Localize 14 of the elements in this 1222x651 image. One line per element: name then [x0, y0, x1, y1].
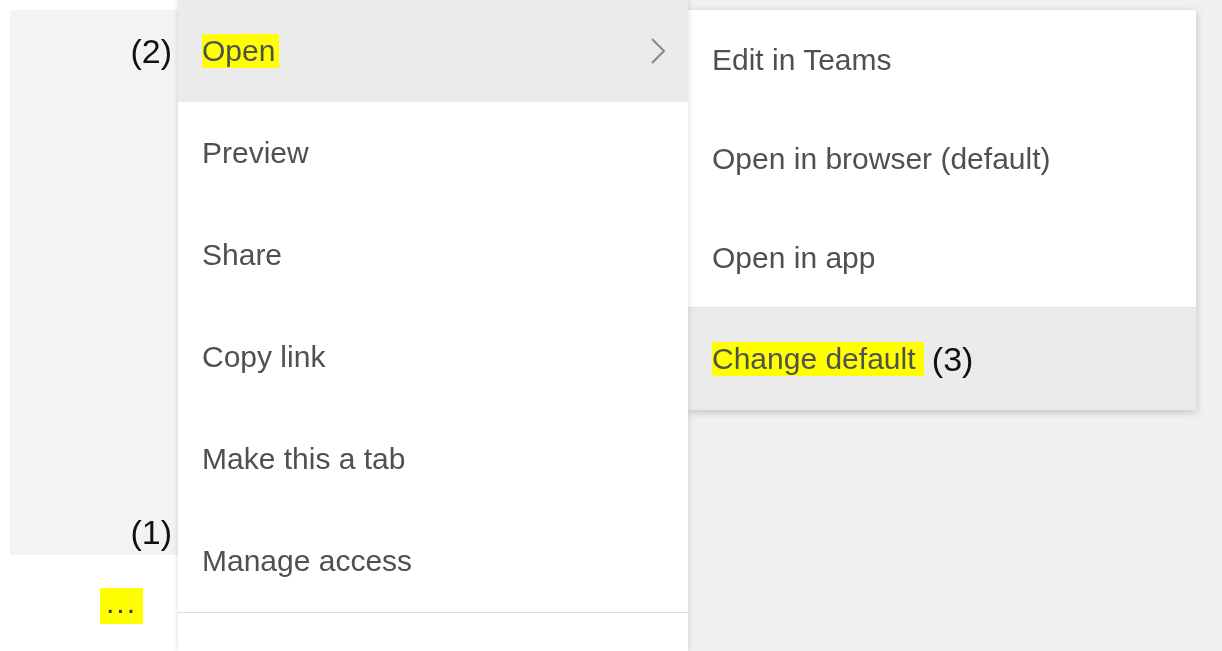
submenu-item[interactable]: Open in browser (default) [688, 109, 1196, 208]
annotation-label: (2) [130, 34, 172, 68]
menu-item[interactable]: Preview [178, 102, 688, 204]
menu-item[interactable]: Copy link [178, 306, 688, 408]
submenu-item[interactable]: Change default (3) [688, 307, 1196, 410]
menu-item[interactable]: Open [178, 0, 688, 102]
more-options-button[interactable]: ... [100, 588, 143, 624]
chevron-right-icon [650, 37, 666, 65]
submenu-item[interactable]: Open in app [688, 208, 1196, 307]
menu-item[interactable]: Make this a tab [178, 408, 688, 510]
annotation-label: (1) [130, 515, 172, 549]
menu-item[interactable]: Share [178, 204, 688, 306]
submenu-item[interactable]: Edit in Teams [688, 10, 1196, 109]
menu-item[interactable]: Manage access [178, 510, 688, 612]
